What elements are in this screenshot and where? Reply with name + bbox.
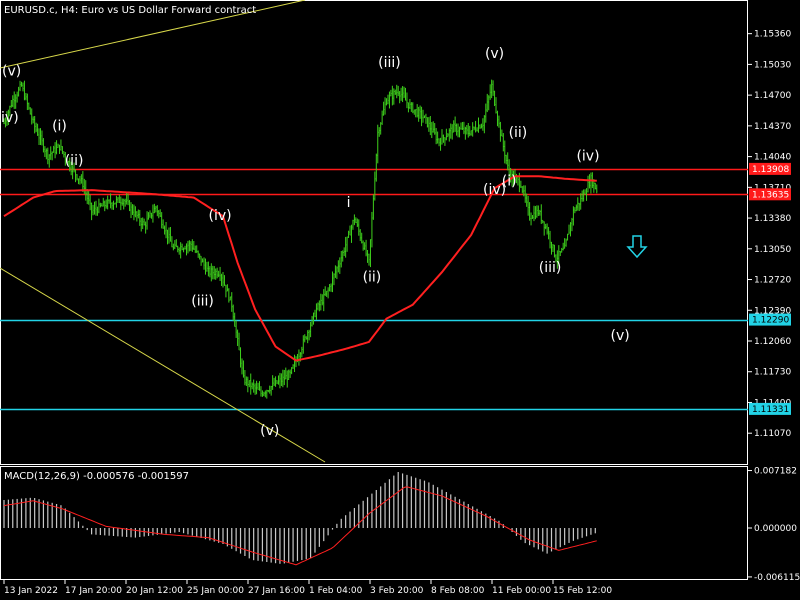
wave-label: (ii) bbox=[509, 125, 528, 141]
wave-label: (iv) bbox=[209, 208, 232, 224]
level-price-label: 1.12290 bbox=[752, 316, 789, 326]
time-tick-label: 3 Feb 20:00 bbox=[370, 586, 424, 596]
price-tick-label: 1.11730 bbox=[754, 368, 791, 378]
time-tick-label: 11 Feb 00:00 bbox=[492, 586, 551, 596]
wave-label: (iii) bbox=[378, 55, 401, 71]
price-chart[interactable]: i)(v) iv) (i) (ii) (iv) (iii) (v) i (ii) (iii) (v)… bbox=[0, 0, 800, 600]
level-price-label: 1.13635 bbox=[752, 190, 789, 200]
level-price-label: 1.11331 bbox=[752, 405, 789, 415]
wave-label: (ii) bbox=[65, 153, 84, 169]
wave-label: i)(v) bbox=[0, 64, 21, 80]
wave-label: (iii) bbox=[191, 294, 214, 310]
wave-label: (ii) bbox=[363, 269, 382, 285]
time-tick-label: 17 Jan 20:00 bbox=[65, 586, 122, 596]
price-tick-label: 1.13380 bbox=[754, 214, 791, 224]
time-tick-label: 27 Jan 16:00 bbox=[248, 586, 305, 596]
chart-background bbox=[0, 0, 800, 600]
wave-label: i bbox=[347, 195, 351, 211]
wave-label: (v) bbox=[611, 328, 630, 344]
time-tick-label: 15 Feb 12:00 bbox=[553, 586, 612, 596]
price-tick-label: 1.12720 bbox=[754, 276, 791, 286]
price-tick-label: 1.12060 bbox=[754, 337, 791, 347]
price-tick-label: 1.14370 bbox=[754, 122, 791, 132]
wave-label: (v) bbox=[485, 46, 504, 62]
time-tick-label: 25 Jan 00:00 bbox=[187, 586, 244, 596]
wave-label: iv) bbox=[1, 110, 19, 126]
macd-tick-label: -0.006115 bbox=[754, 573, 800, 583]
wave-label: (v) bbox=[260, 423, 279, 439]
time-tick-label: 8 Feb 08:00 bbox=[431, 586, 485, 596]
price-tick-label: 1.15360 bbox=[754, 30, 791, 40]
chart-title: EURUSD.c, H4: Euro vs US Dollar Forward … bbox=[4, 5, 256, 16]
wave-label: (i) bbox=[52, 119, 67, 135]
time-tick-label: 20 Jan 12:00 bbox=[126, 586, 183, 596]
wave-label: (iii) bbox=[539, 260, 562, 276]
wave-label: (i) bbox=[502, 173, 517, 189]
price-tick-label: 1.14040 bbox=[754, 153, 791, 163]
macd-tick-label: 0.007182 bbox=[754, 467, 797, 477]
wave-label: (iv) bbox=[576, 148, 599, 164]
price-tick-label: 1.13050 bbox=[754, 245, 791, 255]
macd-tick-label: 0.000000 bbox=[754, 524, 797, 534]
level-price-label: 1.13908 bbox=[752, 165, 789, 175]
price-tick-label: 1.11070 bbox=[754, 429, 791, 439]
time-tick-label: 13 Jan 2022 bbox=[4, 586, 58, 596]
time-tick-label: 1 Feb 04:00 bbox=[309, 586, 363, 596]
price-tick-label: 1.14700 bbox=[754, 91, 791, 101]
price-tick-label: 1.15030 bbox=[754, 60, 791, 70]
macd-label: MACD(12,26,9) -0.000576 -0.001597 bbox=[4, 471, 189, 482]
